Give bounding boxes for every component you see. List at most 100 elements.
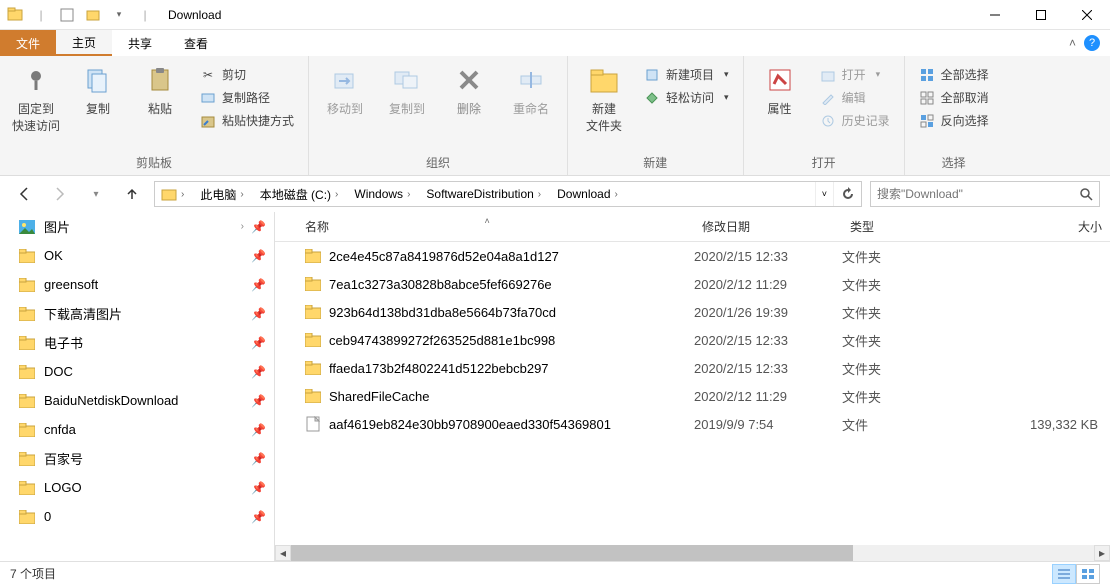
nav-item[interactable]: greensoft📌 <box>0 270 274 299</box>
qat-folder-icon[interactable] <box>82 4 104 26</box>
details-view-button[interactable] <box>1052 564 1076 584</box>
properties-button[interactable]: 属性 <box>752 60 808 117</box>
scroll-left-button[interactable]: ◂ <box>275 545 291 561</box>
file-row[interactable]: ffaeda173b2f4802241d5122bebcb2972020/2/1… <box>275 354 1110 382</box>
cut-button[interactable]: ✂剪切 <box>194 64 300 85</box>
file-row[interactable]: 2ce4e45c87a8419876d52e04a8a1d1272020/2/1… <box>275 242 1110 270</box>
file-row[interactable]: SharedFileCache2020/2/12 11:29文件夹 <box>275 382 1110 410</box>
minimize-button[interactable] <box>972 0 1018 30</box>
help-icon[interactable]: ? <box>1084 35 1100 51</box>
pin-icon <box>20 64 52 96</box>
tab-share[interactable]: 共享 <box>112 30 168 56</box>
search-icon[interactable] <box>1079 187 1093 201</box>
breadcrumb-segment[interactable]: SoftwareDistribution› <box>420 182 551 206</box>
nav-item[interactable]: 图片›📌 <box>0 212 274 241</box>
forward-button[interactable] <box>46 180 74 208</box>
delete-button[interactable]: 删除 <box>441 60 497 117</box>
invert-selection-button[interactable]: 反向选择 <box>913 110 995 131</box>
select-none-button[interactable]: 全部取消 <box>913 87 995 108</box>
column-type[interactable]: 类型 <box>842 218 990 235</box>
file-row[interactable]: 923b64d138bd31dba8e5664b73fa70cd2020/1/2… <box>275 298 1110 326</box>
scroll-right-button[interactable]: ▸ <box>1094 545 1110 561</box>
select-all-button[interactable]: 全部选择 <box>913 64 995 85</box>
nav-item[interactable]: BaiduNetdiskDownload📌 <box>0 386 274 415</box>
maximize-button[interactable] <box>1018 0 1064 30</box>
nav-item-label: 电子书 <box>44 333 83 352</box>
nav-item[interactable]: cnfda📌 <box>0 415 274 444</box>
edit-icon <box>820 90 836 106</box>
icons-view-button[interactable] <box>1076 564 1100 584</box>
folder-icon <box>18 422 36 438</box>
tab-home[interactable]: 主页 <box>56 30 112 56</box>
column-size[interactable]: 大小 <box>990 218 1110 235</box>
pin-icon: 📌 <box>251 249 266 263</box>
nav-item-label: LOGO <box>44 480 82 495</box>
addr-dropdown[interactable]: ˅ <box>815 182 833 206</box>
nav-item[interactable]: 电子书📌 <box>0 328 274 357</box>
group-label: 剪贴板 <box>8 152 300 175</box>
nav-item-label: BaiduNetdiskDownload <box>44 393 178 408</box>
nav-item[interactable]: 百家号📌 <box>0 444 274 473</box>
recent-dropdown[interactable]: ▾ <box>82 180 110 208</box>
app-icon <box>4 4 26 26</box>
copy-button[interactable]: 复制 <box>70 60 126 117</box>
addr-root-icon[interactable]: › <box>155 182 194 206</box>
search-box[interactable] <box>870 181 1100 207</box>
search-input[interactable] <box>877 187 1079 201</box>
file-date: 2019/9/9 7:54 <box>694 417 842 432</box>
moveto-icon <box>329 64 361 96</box>
close-button[interactable] <box>1064 0 1110 30</box>
breadcrumb-segment[interactable]: 此电脑› <box>194 182 253 206</box>
qat-checkbox-icon[interactable] <box>56 4 78 26</box>
window-title: Download <box>168 8 221 22</box>
up-button[interactable] <box>118 180 146 208</box>
file-type: 文件夹 <box>842 387 990 406</box>
breadcrumb-segment[interactable]: Download› <box>551 182 628 206</box>
folder-icon <box>18 248 36 264</box>
collapse-ribbon-icon[interactable]: ˄ <box>1069 36 1076 50</box>
new-item-button[interactable]: 新建项目▾ <box>638 64 735 85</box>
file-row[interactable]: ceb94743899272f263525d881e1bc9982020/2/1… <box>275 326 1110 354</box>
scrollbar-thumb[interactable] <box>291 545 853 561</box>
folder-icon <box>18 219 36 235</box>
rename-button[interactable]: 重命名 <box>503 60 559 117</box>
paste-button[interactable]: 粘贴 <box>132 60 188 117</box>
shortcut-icon <box>200 113 216 129</box>
pin-to-quickaccess-button[interactable]: 固定到 快速访问 <box>8 60 64 134</box>
breadcrumb-segment[interactable]: 本地磁盘 (C:)› <box>254 182 349 206</box>
move-to-button[interactable]: 移动到 <box>317 60 373 117</box>
copy-path-button[interactable]: 复制路径 <box>194 87 300 108</box>
nav-item[interactable]: 0📌 <box>0 502 274 531</box>
file-name: 923b64d138bd31dba8e5664b73fa70cd <box>329 305 556 320</box>
refresh-button[interactable] <box>833 182 861 206</box>
file-row[interactable]: 7ea1c3273a30828b8abce5fef669276e2020/2/1… <box>275 270 1110 298</box>
breadcrumb-segment[interactable]: Windows› <box>348 182 420 206</box>
new-folder-button[interactable]: 新建 文件夹 <box>576 60 632 134</box>
copy-icon <box>82 64 114 96</box>
copy-to-button[interactable]: 复制到 <box>379 60 435 117</box>
chevron-right-icon[interactable]: › <box>241 221 244 232</box>
ribbon-group-clipboard: 固定到 快速访问 复制 粘贴 ✂剪切 复制路径 粘贴快捷方式 剪贴板 <box>0 56 309 175</box>
nav-item[interactable]: DOC📌 <box>0 357 274 386</box>
edit-button[interactable]: 编辑 <box>814 87 896 108</box>
nav-item[interactable]: LOGO📌 <box>0 473 274 502</box>
pin-icon: 📌 <box>251 220 266 234</box>
column-name[interactable]: ˄名称 <box>275 218 694 235</box>
column-date[interactable]: 修改日期 <box>694 218 842 235</box>
tab-view[interactable]: 查看 <box>168 30 224 56</box>
address-box[interactable]: › 此电脑›本地磁盘 (C:)›Windows›SoftwareDistribu… <box>154 181 862 207</box>
back-button[interactable] <box>10 180 38 208</box>
nav-item-label: 下载高清图片 <box>44 304 122 323</box>
qat-dropdown-icon[interactable]: ▾ <box>108 4 130 26</box>
paste-shortcut-button[interactable]: 粘贴快捷方式 <box>194 110 300 131</box>
nav-item[interactable]: OK📌 <box>0 241 274 270</box>
tab-file[interactable]: 文件 <box>0 30 56 56</box>
file-row[interactable]: aaf4619eb824e30bb9708900eaed330f54369801… <box>275 410 1110 438</box>
ribbon: 固定到 快速访问 复制 粘贴 ✂剪切 复制路径 粘贴快捷方式 剪贴板 移动到 <box>0 56 1110 176</box>
open-button[interactable]: 打开▾ <box>814 64 896 85</box>
file-type: 文件夹 <box>842 247 990 266</box>
nav-item[interactable]: 下载高清图片📌 <box>0 299 274 328</box>
easy-access-button[interactable]: 轻松访问▾ <box>638 87 735 108</box>
history-button[interactable]: 历史记录 <box>814 110 896 131</box>
horizontal-scrollbar[interactable]: ◂ ▸ <box>275 545 1110 561</box>
